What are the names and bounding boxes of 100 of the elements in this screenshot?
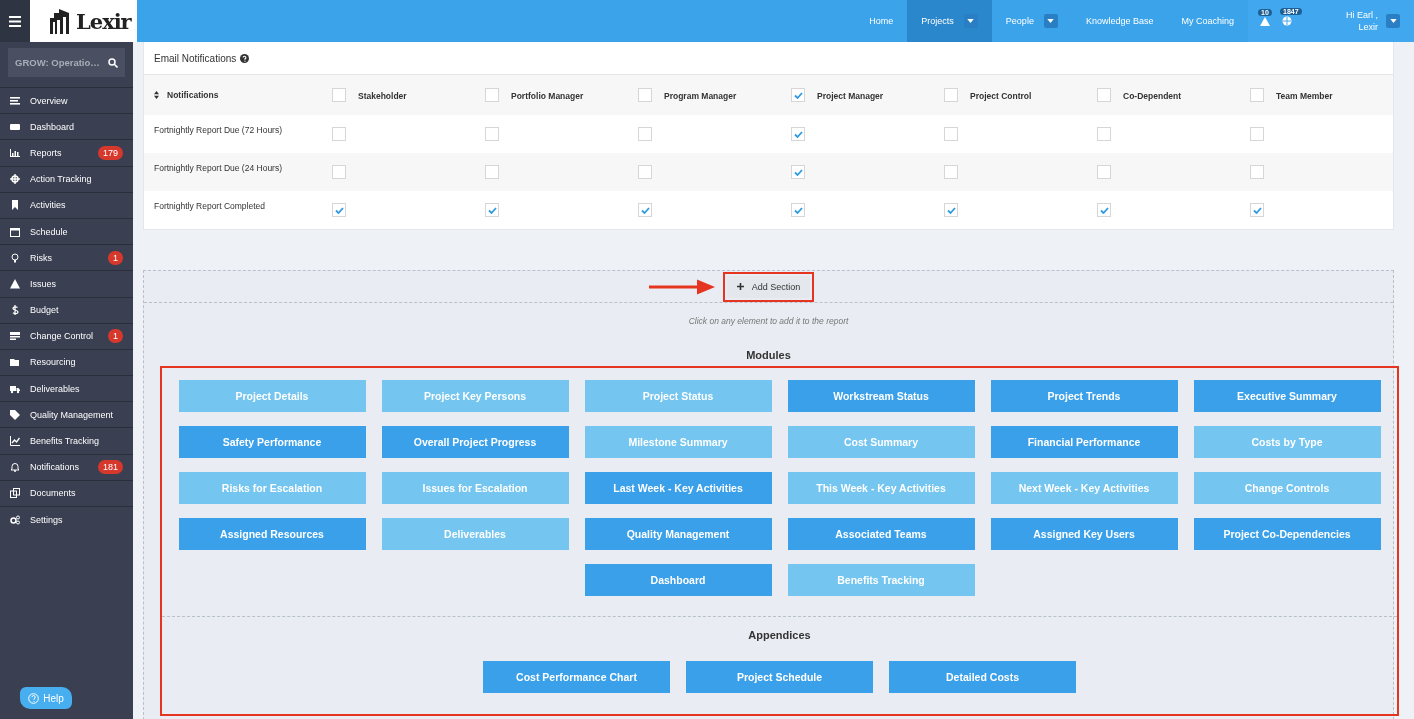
checkbox[interactable] [332, 127, 346, 141]
checkbox[interactable] [485, 88, 499, 102]
help-icon [28, 692, 40, 704]
nav-item[interactable]: People [991, 0, 1072, 42]
section-title: Email Notifications [154, 52, 237, 64]
documents-icon [10, 488, 20, 499]
module-button[interactable]: Executive Summary [1193, 380, 1381, 412]
checkbox[interactable] [791, 88, 805, 102]
checkbox[interactable] [1097, 127, 1111, 141]
module-button[interactable]: Project Status [584, 380, 772, 412]
checkbox[interactable] [944, 127, 958, 141]
module-button[interactable]: Deliverables [381, 518, 569, 550]
checkbox[interactable] [791, 127, 805, 141]
module-button[interactable]: Project Details [178, 380, 366, 412]
module-button[interactable]: Assigned Key Users [990, 518, 1178, 550]
checkbox[interactable] [485, 165, 499, 179]
checkbox[interactable] [1250, 165, 1264, 179]
check-icon [946, 206, 956, 214]
globe-icon[interactable] [1282, 16, 1292, 26]
lightbulb-icon [10, 252, 20, 263]
check-icon [793, 168, 803, 176]
checkbox[interactable] [638, 203, 652, 217]
module-button[interactable]: Assigned Resources [178, 518, 366, 550]
checkbox[interactable] [1097, 88, 1111, 102]
module-button[interactable]: Issues for Escalation [381, 472, 569, 504]
checkbox[interactable] [638, 88, 652, 102]
nav-item[interactable]: Home [855, 0, 908, 42]
check-icon [640, 206, 650, 214]
module-button[interactable]: Project Co-Dependencies [1193, 518, 1381, 550]
module-button[interactable]: Last Week - Key Activities [584, 472, 772, 504]
module-button[interactable]: Next Week - Key Activities [990, 472, 1178, 504]
checkbox[interactable] [944, 165, 958, 179]
hint-text: Click on any element to add it to the report [687, 316, 850, 326]
checkbox[interactable] [791, 203, 805, 217]
checkbox[interactable] [485, 127, 499, 141]
sidebar-item[interactable]: Reports 179 [0, 139, 133, 166]
dropdown-button[interactable] [963, 14, 978, 28]
module-button[interactable]: Dashboard [584, 564, 772, 596]
module-button[interactable]: Milestone Summary [584, 426, 772, 458]
module-button[interactable]: Benefits Tracking [787, 564, 975, 596]
module-button[interactable]: Financial Performance [990, 426, 1178, 458]
module-button[interactable]: Project Schedule [686, 661, 873, 693]
project-search-field[interactable]: GROW: Operatio… [8, 48, 125, 77]
nav-item[interactable]: Projects [907, 0, 992, 42]
warning-icon[interactable] [1260, 16, 1270, 26]
dropdown-button[interactable] [1043, 14, 1058, 28]
checkbox[interactable] [1097, 203, 1111, 217]
nav-item[interactable]: My Coaching [1167, 0, 1248, 42]
module-button[interactable]: Detailed Costs [889, 661, 1076, 693]
module-button[interactable]: Workstream Status [787, 380, 975, 412]
user-name: Lexir [1357, 21, 1378, 33]
module-button[interactable]: Overall Project Progress [381, 426, 569, 458]
count-badge: 1 [108, 250, 123, 265]
sidebar-item[interactable]: Notifications 181 [0, 453, 133, 480]
folder-icon [10, 357, 20, 368]
checkbox[interactable] [332, 165, 346, 179]
module-button[interactable]: Costs by Type [1193, 426, 1381, 458]
column-header: Program Manager [664, 90, 737, 101]
search-icon [108, 57, 118, 68]
module-button[interactable]: Project Key Persons [381, 380, 569, 412]
checkbox[interactable] [1250, 127, 1264, 141]
checkbox[interactable] [944, 203, 958, 217]
dollar-icon [10, 305, 20, 316]
caret-icon [967, 19, 975, 23]
module-button[interactable]: Safety Performance [178, 426, 366, 458]
module-button[interactable]: Risks for Escalation [178, 472, 366, 504]
column-header: Project Manager [817, 90, 884, 101]
table-cell: Fortnightly Report Completed [154, 201, 266, 211]
dropdown-button[interactable] [1386, 14, 1400, 28]
calendar-icon [10, 226, 20, 237]
checkbox[interactable] [332, 88, 346, 102]
menu-icon[interactable] [9, 15, 21, 27]
sidebar-item[interactable]: Risks 1 [0, 244, 133, 271]
nav-item[interactable]: Knowledge Base [1071, 0, 1168, 42]
module-button[interactable]: Cost Performance Chart [483, 661, 670, 693]
module-button[interactable]: This Week - Key Activities [787, 472, 975, 504]
checkbox[interactable] [1250, 203, 1264, 217]
check-icon [1252, 206, 1262, 214]
check-icon [1099, 206, 1109, 214]
module-button[interactable]: Associated Teams [787, 518, 975, 550]
plus-icon [736, 283, 744, 290]
checkbox[interactable] [944, 88, 958, 102]
module-button[interactable]: Project Trends [990, 380, 1178, 412]
column-header: Team Member [1276, 90, 1333, 101]
module-button[interactable]: Quality Management [584, 518, 772, 550]
checkbox[interactable] [638, 127, 652, 141]
sidebar-item[interactable]: Change Control 1 [0, 322, 133, 349]
checkbox[interactable] [791, 165, 805, 179]
checkbox[interactable] [1250, 88, 1264, 102]
checkbox[interactable] [485, 203, 499, 217]
add-section-button[interactable]: Add Section [726, 275, 811, 298]
checkbox[interactable] [1097, 165, 1111, 179]
checkbox[interactable] [638, 165, 652, 179]
module-button[interactable]: Change Controls [1193, 472, 1381, 504]
card-icon [10, 331, 20, 342]
crosshair-icon [10, 174, 20, 185]
help-button[interactable]: Help [20, 687, 72, 709]
bookmark-icon [10, 200, 20, 211]
module-button[interactable]: Cost Summary [787, 426, 975, 458]
checkbox[interactable] [332, 203, 346, 217]
